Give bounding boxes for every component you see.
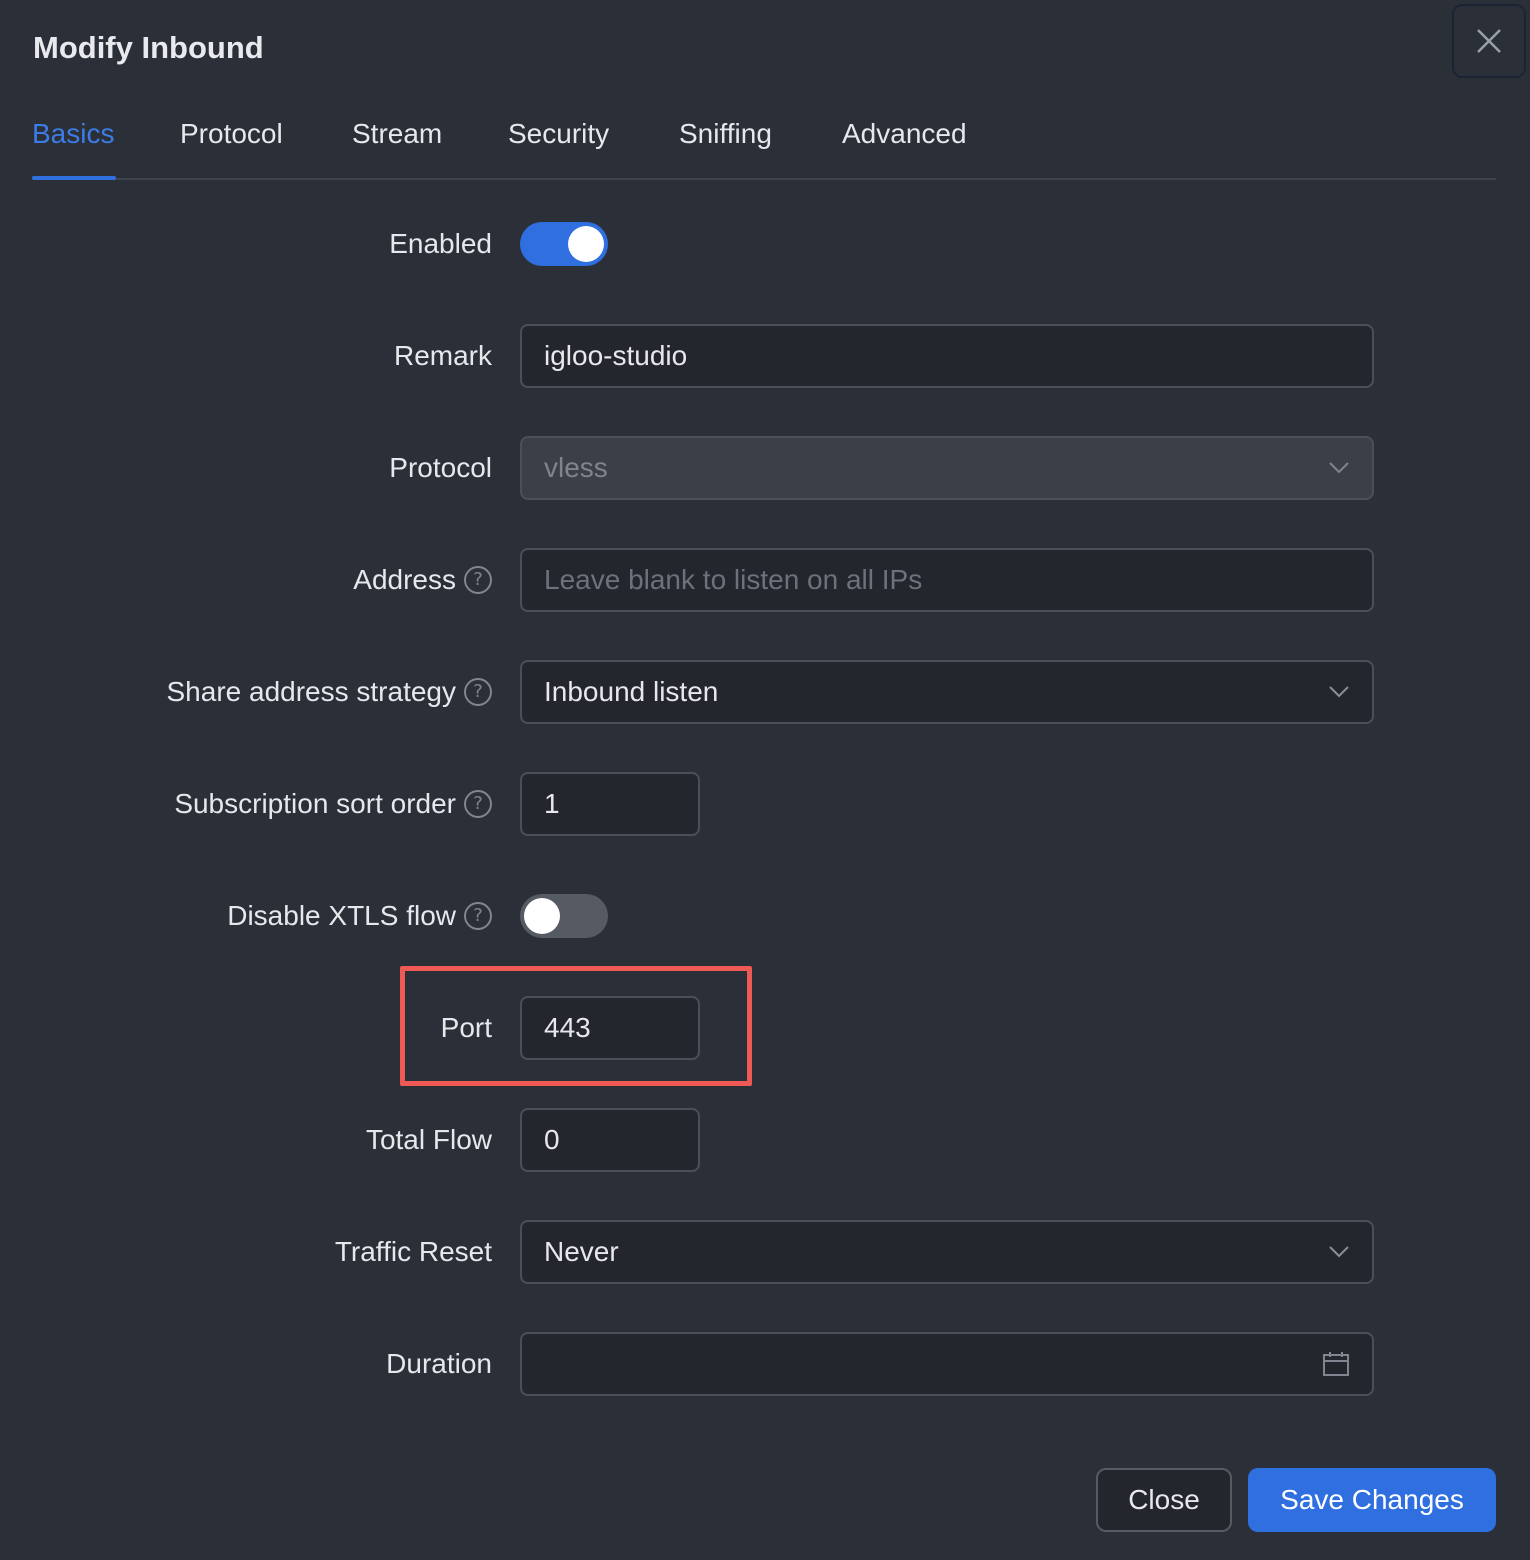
close-button[interactable]: Close [1096,1468,1232,1532]
tab-protocol[interactable]: Protocol [180,114,283,154]
form-row-port: Port 443 [0,996,1530,1060]
protocol-value: vless [544,452,608,483]
form-row-address: Address ? Leave blank to listen on all I… [0,548,1530,612]
tab-advanced[interactable]: Advanced [842,114,967,154]
form-row-share-address-strategy: Share address strategy ? Inbound listen [0,660,1530,724]
address-placeholder: Leave blank to listen on all IPs [544,564,923,595]
modify-inbound-dialog: Modify Inbound Basics Protocol Stream Se… [0,0,1530,1560]
form-row-protocol: Protocol vless [0,436,1530,500]
duration-label: Duration [386,1348,492,1379]
duration-date-picker[interactable] [520,1332,1374,1396]
tab-sniffing[interactable]: Sniffing [679,114,772,154]
remark-label: Remark [393,340,492,371]
disable-xtls-flow-toggle[interactable] [520,894,608,938]
tab-bar: Basics Protocol Stream Security Sniffing… [32,100,1496,180]
form-row-remark: Remark igloo-studio [0,324,1530,388]
subscription-sort-order-label: Subscription sort order [174,788,456,819]
share-address-strategy-select[interactable]: Inbound listen [520,660,1374,724]
port-value: 443 [544,1012,591,1043]
chevron-down-icon [1328,461,1350,475]
question-circle-icon[interactable]: ? [464,678,492,706]
toggle-knob [568,226,604,262]
active-tab-indicator [32,176,116,180]
disable-xtls-flow-label: Disable XTLS flow [227,900,456,931]
form-row-enabled: Enabled [0,212,1530,276]
close-icon [1477,29,1501,53]
form-row-traffic-reset: Traffic Reset Never [0,1220,1530,1284]
form-row-disable-xtls-flow: Disable XTLS flow ? [0,884,1530,948]
traffic-reset-select[interactable]: Never [520,1220,1374,1284]
dialog-close-button[interactable] [1452,4,1526,78]
total-flow-value: 0 [544,1124,560,1155]
protocol-select[interactable]: vless [520,436,1374,500]
question-circle-icon[interactable]: ? [464,902,492,930]
question-circle-icon[interactable]: ? [464,566,492,594]
form-row-subscription-sort-order: Subscription sort order ? 1 [0,772,1530,836]
calendar-icon [1322,1350,1350,1378]
total-flow-label: Total Flow [365,1124,492,1155]
port-label: Port [440,1012,492,1043]
port-input[interactable]: 443 [520,996,700,1060]
remark-input[interactable]: igloo-studio [520,324,1374,388]
subscription-sort-order-value: 1 [544,788,560,819]
chevron-down-icon [1328,1245,1350,1259]
form-row-duration: Duration [0,1332,1530,1396]
chevron-down-icon [1328,685,1350,699]
protocol-label: Protocol [389,452,492,483]
enabled-toggle[interactable] [520,222,608,266]
traffic-reset-label: Traffic Reset [334,1236,492,1267]
total-flow-input[interactable]: 0 [520,1108,700,1172]
enabled-label: Enabled [389,228,492,259]
question-circle-icon[interactable]: ? [464,790,492,818]
tab-security[interactable]: Security [508,114,609,154]
save-changes-button[interactable]: Save Changes [1248,1468,1496,1532]
form-row-total-flow: Total Flow 0 [0,1108,1530,1172]
share-address-strategy-label: Share address strategy [166,676,457,707]
address-input[interactable]: Leave blank to listen on all IPs [520,548,1374,612]
toggle-knob [524,898,560,934]
address-label: Address [353,564,456,595]
share-address-strategy-value: Inbound listen [544,676,719,707]
tab-basics[interactable]: Basics [32,114,114,154]
tab-stream[interactable]: Stream [352,114,442,154]
subscription-sort-order-input[interactable]: 1 [520,772,700,836]
traffic-reset-value: Never [544,1236,619,1267]
dialog-title: Modify Inbound [33,30,264,65]
tab-divider [32,178,1496,180]
remark-value: igloo-studio [544,340,688,371]
